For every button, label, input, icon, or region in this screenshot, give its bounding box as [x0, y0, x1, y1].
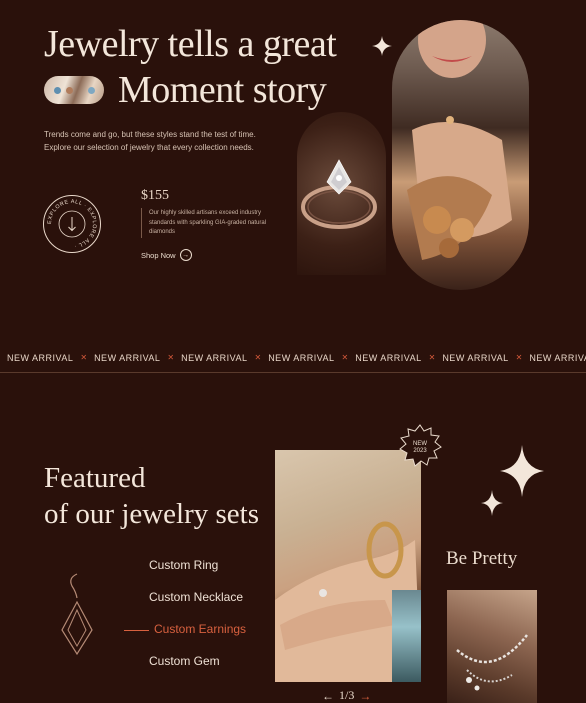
- marquee-label: NEW ARRIVAL: [94, 353, 161, 363]
- ring-photo: [297, 112, 386, 275]
- menu-item-custom-gem[interactable]: Custom Gem: [149, 652, 246, 684]
- carousel-pager: ← 1/3 →: [322, 688, 371, 703]
- earring-outline-icon: [61, 573, 93, 656]
- arrow-right-icon: →: [179, 249, 192, 261]
- explore-all-badge[interactable]: EXPLORE ALL · EXPLORE ALL ·: [43, 195, 101, 253]
- marquee-separator-icon: ✕: [254, 353, 262, 362]
- hero-description: Trends come and go, but these styles sta…: [44, 130, 256, 152]
- shop-now-link[interactable]: Shop Now →: [141, 249, 192, 261]
- marquee-label: NEW ARRIVAL: [268, 353, 335, 363]
- marquee-label: NEW ARRIVAL: [355, 353, 422, 363]
- marquee-label: NEW ARRIVAL: [529, 353, 586, 363]
- sparkle-icon: [500, 445, 544, 497]
- marquee-separator-icon: ✕: [341, 353, 349, 362]
- sparkle-icon: [372, 36, 392, 56]
- page-indicator: 1/3: [339, 688, 355, 702]
- be-pretty-heading: Be Pretty: [446, 548, 518, 569]
- active-menu-indicator: [124, 630, 149, 631]
- prev-arrow-button[interactable]: ←: [322, 689, 334, 703]
- marquee-label: NEW ARRIVAL: [7, 353, 74, 363]
- marquee-separator-icon: ✕: [167, 353, 175, 362]
- hero-title-line2: Moment story: [118, 69, 327, 111]
- featured-menu: Custom Ring Custom Necklace Custom Earni…: [149, 556, 246, 684]
- menu-item-custom-ring[interactable]: Custom Ring: [149, 556, 246, 588]
- price-divider: [141, 208, 142, 238]
- marquee-separator-icon: ✕: [515, 353, 523, 362]
- menu-item-custom-necklace[interactable]: Custom Necklace: [149, 588, 246, 620]
- shop-now-label: Shop Now: [141, 250, 176, 260]
- price: $155: [141, 188, 169, 203]
- menu-item-custom-earnings[interactable]: Custom Earnings: [149, 620, 246, 652]
- hero-title-line1: Jewelry tells a great: [44, 23, 337, 65]
- price-description: Our highly skilled artisans exceed indus…: [149, 210, 267, 235]
- new-badge-label: NEW: [413, 441, 427, 447]
- sparkle-icon: [481, 490, 503, 516]
- marquee-label: NEW ARRIVAL: [442, 353, 509, 363]
- featured-title-line1: Featured: [44, 462, 146, 494]
- new-badge: NEW 2023: [399, 424, 442, 467]
- model-photo: [392, 20, 529, 290]
- marquee-separator-icon: ✕: [428, 353, 436, 362]
- featured-title-line2: of our jewelry sets: [44, 498, 260, 530]
- new-arrival-marquee: NEW ARRIVAL ✕ NEW ARRIVAL ✕ NEW ARRIVAL ✕ NEW …: [0, 346, 586, 370]
- new-badge-year: 2023: [413, 448, 427, 454]
- marquee-separator-icon: ✕: [80, 353, 88, 362]
- arrow-down-icon: [68, 217, 76, 232]
- side-accent-photo: [392, 590, 421, 682]
- necklace-photo: [447, 590, 537, 703]
- explore-all-ring: EXPLORE ALL · EXPLORE ALL ·: [47, 199, 97, 249]
- marquee-label: NEW ARRIVAL: [181, 353, 248, 363]
- hero-pill-image: [44, 76, 104, 104]
- section-divider: [0, 372, 586, 373]
- next-arrow-button[interactable]: →: [359, 689, 371, 703]
